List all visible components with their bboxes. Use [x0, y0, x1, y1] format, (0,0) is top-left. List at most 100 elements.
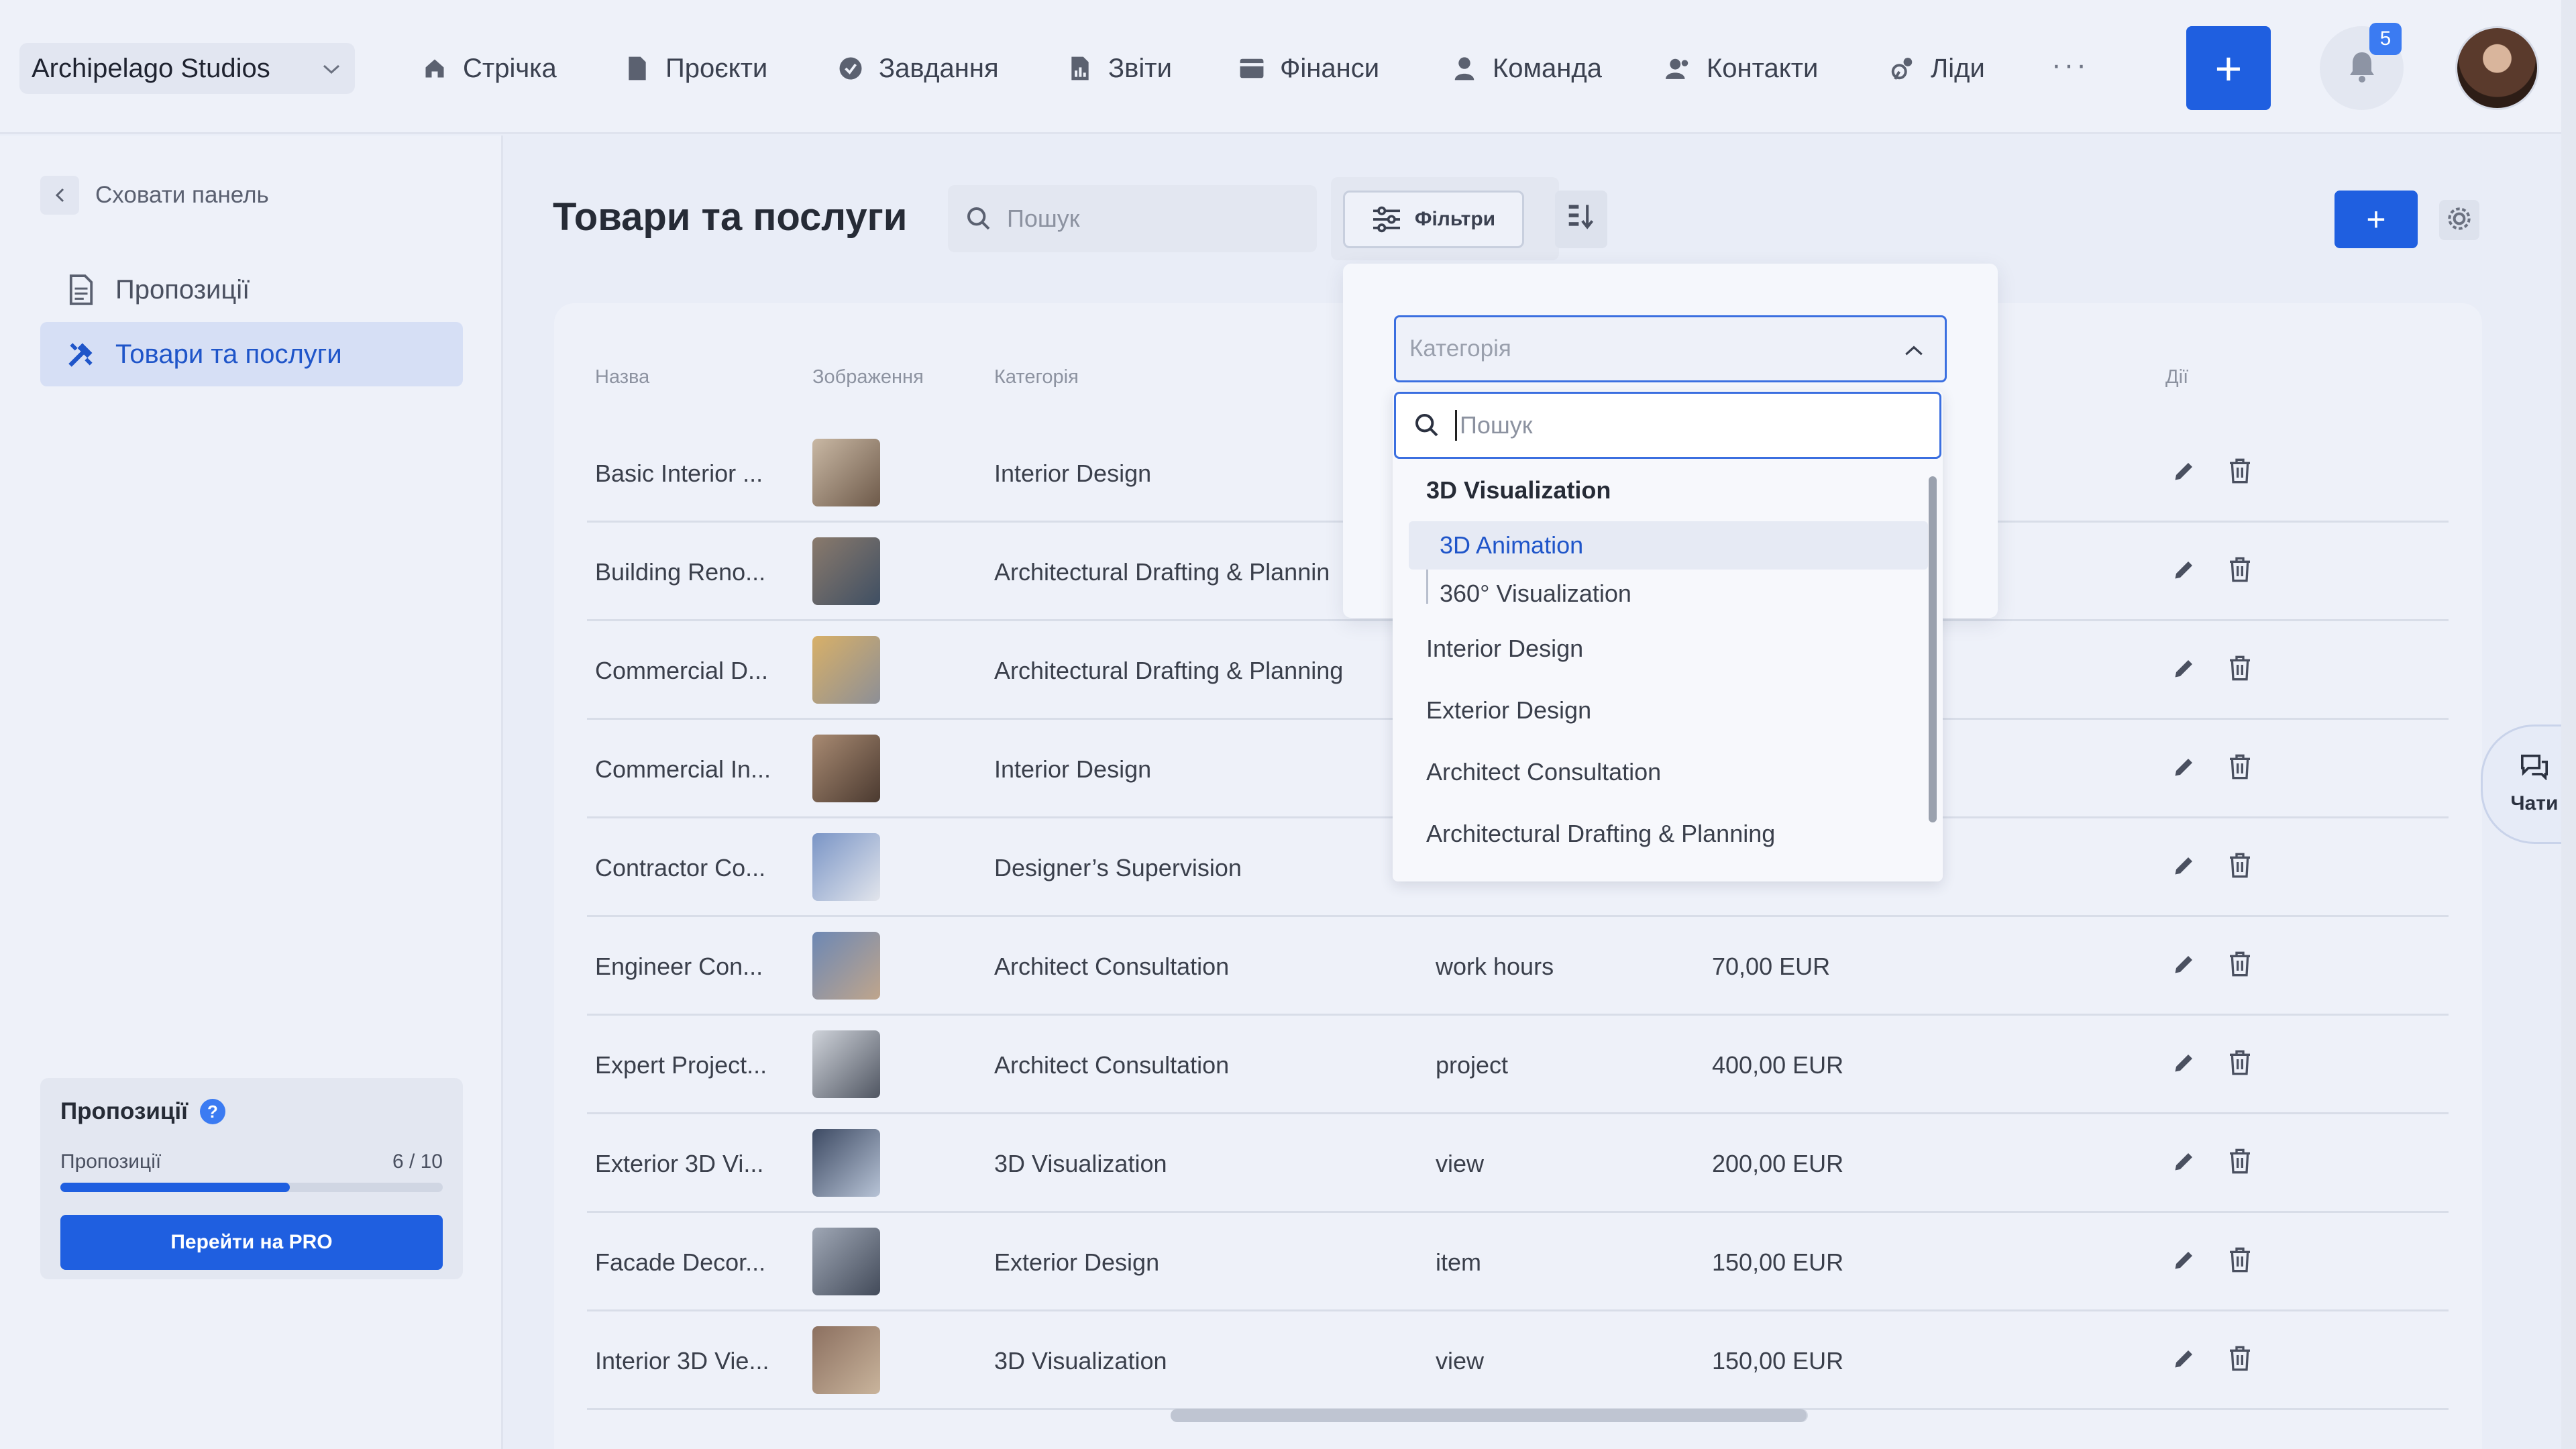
product-price: 200,00 EUR	[1712, 1149, 1844, 1177]
column-header-category[interactable]: Категорія	[994, 366, 1079, 388]
sidebar-item-products[interactable]: Товари та послуги	[40, 322, 463, 386]
category-search-input[interactable]: Пошук	[1394, 392, 1941, 459]
pencil-icon	[2172, 755, 2196, 782]
sidebar-item-proposals[interactable]: Пропозиції	[40, 258, 463, 322]
delete-button[interactable]	[2221, 947, 2259, 984]
nav-label: Завдання	[879, 53, 999, 83]
product-category: Interior Design	[994, 755, 1152, 783]
delete-button[interactable]	[2221, 651, 2259, 688]
edit-button[interactable]	[2165, 947, 2203, 984]
product-category: 3D Visualization	[994, 1346, 1167, 1375]
option-architect-consultation[interactable]: Architect Consultation	[1426, 758, 1661, 786]
contacts-icon	[1665, 55, 1692, 82]
edit-button[interactable]	[2165, 453, 2203, 491]
option-group-3d-visualization[interactable]: 3D Visualization	[1426, 476, 1611, 504]
edit-button[interactable]	[2165, 552, 2203, 590]
table-row[interactable]: Engineer Con... Architect Consultation wor…	[587, 917, 2449, 1016]
option-exterior-design[interactable]: Exterior Design	[1426, 696, 1591, 724]
product-name[interactable]: Exterior 3D Vi...	[595, 1114, 763, 1213]
product-thumbnail	[812, 1228, 880, 1295]
product-name[interactable]: Contractor Co...	[595, 818, 765, 917]
pencil-icon	[2172, 952, 2196, 979]
edit-button[interactable]	[2165, 848, 2203, 885]
table-row[interactable]: Expert Project... Architect Consultation p…	[587, 1016, 2449, 1114]
edit-button[interactable]	[2165, 1341, 2203, 1379]
help-icon[interactable]: ?	[199, 1099, 225, 1124]
column-header-actions: Дії	[2165, 366, 2189, 388]
nav-item-finance[interactable]: Фінанси	[1238, 43, 1379, 94]
product-name[interactable]: Building Reno...	[595, 523, 765, 621]
option-architectural-drafting[interactable]: Architectural Drafting & Planning	[1426, 820, 1775, 848]
delete-button[interactable]	[2221, 552, 2259, 590]
product-name[interactable]: Basic Interior ...	[595, 424, 763, 523]
sidebar-item-label: Товари та послуги	[115, 339, 342, 369]
horizontal-scrollbar[interactable]	[1171, 1409, 1808, 1422]
trash-icon	[2227, 852, 2253, 882]
delete-button[interactable]	[2221, 453, 2259, 491]
quick-add-button[interactable]: +	[2186, 26, 2271, 110]
option-3d-animation[interactable]: 3D Animation	[1440, 531, 1583, 559]
sort-icon	[1566, 201, 1596, 237]
product-name[interactable]: Engineer Con...	[595, 917, 763, 1016]
settings-button[interactable]	[2439, 200, 2479, 240]
product-name[interactable]: Commercial In...	[595, 720, 771, 818]
pencil-icon	[2172, 459, 2196, 486]
column-header-name[interactable]: Назва	[595, 366, 649, 388]
product-thumbnail	[812, 636, 880, 704]
nav-item-reports[interactable]: Звіти	[1067, 43, 1172, 94]
page-scrollbar[interactable]	[2561, 0, 2576, 1449]
upgrade-pro-button[interactable]: Перейти на PRO	[60, 1215, 443, 1270]
product-name[interactable]: Facade Decor...	[595, 1213, 765, 1311]
product-unit: project	[1436, 1051, 1509, 1079]
nav-item-leads[interactable]: Ліди	[1889, 43, 1985, 94]
search-icon	[965, 205, 992, 232]
sort-button[interactable]	[1555, 191, 1607, 248]
trash-icon	[2227, 1345, 2253, 1375]
delete-button[interactable]	[2221, 1341, 2259, 1379]
option-interior-design[interactable]: Interior Design	[1426, 635, 1583, 663]
add-product-button[interactable]: +	[2334, 191, 2418, 248]
product-category: Architectural Drafting & Planning	[994, 656, 1344, 684]
search-icon	[1413, 412, 1440, 439]
nav-item-projects[interactable]: Проєкти	[624, 43, 767, 94]
delete-button[interactable]	[2221, 1242, 2259, 1280]
edit-button[interactable]	[2165, 1144, 2203, 1181]
delete-button[interactable]	[2221, 848, 2259, 885]
edit-button[interactable]	[2165, 1242, 2203, 1280]
menu-scrollbar[interactable]	[1929, 476, 1937, 822]
nav-item-feed[interactable]: Стрічка	[421, 43, 557, 94]
product-name[interactable]: Commercial D...	[595, 621, 768, 720]
delete-button[interactable]	[2221, 749, 2259, 787]
table-row[interactable]: Exterior 3D Vi... 3D Visualization view 200…	[587, 1114, 2449, 1213]
search-input[interactable]: Пошук	[948, 185, 1317, 252]
edit-button[interactable]	[2165, 651, 2203, 688]
nav-label: Стрічка	[463, 53, 557, 83]
delete-button[interactable]	[2221, 1144, 2259, 1181]
chevron-down-icon	[321, 56, 341, 82]
nav-item-contacts[interactable]: Контакти	[1665, 43, 1818, 94]
hide-panel-button[interactable]: Сховати панель	[40, 176, 269, 215]
option-360-visualization[interactable]: 360° Visualization	[1440, 580, 1631, 608]
horizontal-scrollbar-thumb[interactable]	[1171, 1409, 1807, 1422]
notification-count-badge: 5	[2369, 23, 2402, 55]
quota-count: 6 / 10	[392, 1150, 443, 1173]
product-name[interactable]: Interior 3D Vie...	[595, 1311, 769, 1410]
product-thumbnail	[812, 1326, 880, 1394]
workspace-selector[interactable]: Archipelago Studios	[19, 43, 355, 94]
nav-item-tasks[interactable]: Завдання	[837, 43, 999, 94]
gear-icon	[2445, 204, 2474, 237]
leads-icon	[1889, 55, 1916, 82]
edit-button[interactable]	[2165, 1045, 2203, 1083]
nav-item-team[interactable]: Команда	[1451, 43, 1602, 94]
avatar[interactable]	[2455, 26, 2539, 110]
table-row[interactable]: Facade Decor... Exterior Design item 150,00…	[587, 1213, 2449, 1311]
more-menu-button[interactable]: ···	[2051, 48, 2089, 82]
table-row[interactable]: Interior 3D Vie... 3D Visualization view 15…	[587, 1311, 2449, 1410]
filters-button[interactable]: Фільтри	[1343, 191, 1524, 248]
trash-icon	[2227, 1049, 2253, 1079]
nav-label: Контакти	[1707, 53, 1819, 83]
edit-button[interactable]	[2165, 749, 2203, 787]
product-name[interactable]: Expert Project...	[595, 1016, 767, 1114]
category-select[interactable]: Категорія	[1394, 315, 1947, 382]
delete-button[interactable]	[2221, 1045, 2259, 1083]
